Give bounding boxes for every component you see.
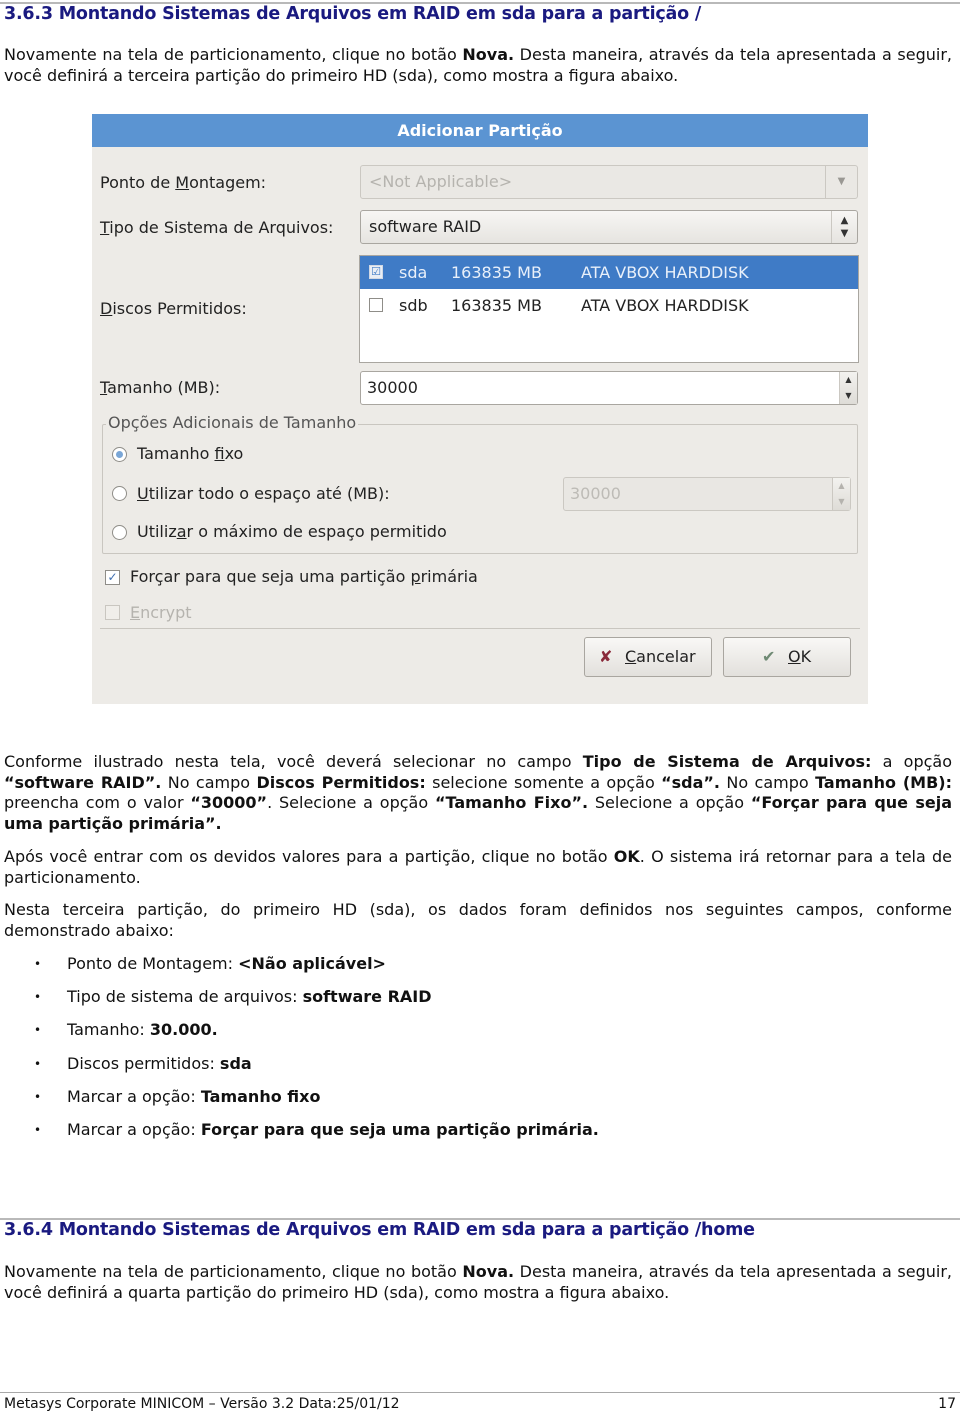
section-intro-paragraph: Novamente na tela de particionamento, cl… [4,1262,952,1302]
fill-max-label: Utilizar o máximo de espaço permitido [137,522,447,541]
summary-intro-paragraph: Nesta terceira partição, do primeiro HD … [4,900,952,940]
fill-up-to-spinbox[interactable]: 30000 ▲ ▼ [563,477,851,511]
section-intro-paragraph: Novamente na tela de particionamento, cl… [4,45,952,85]
radio-fixed-size[interactable] [112,447,127,462]
nova-button-reference: Nova. [462,45,515,64]
dialog-separator [100,628,860,629]
size-label: Tamanho (MB): [100,378,221,397]
disk-row-sda[interactable]: ☑ sda 163835 MB ATA VBOX HARDDISK [360,256,858,289]
spin-up-icon: ▲ [845,375,852,384]
ok-check-icon: ✔ [762,647,776,666]
disk-checkbox-sda[interactable]: ☑ [369,265,383,279]
updown-arrows-icon: ▲ ▼ [831,211,857,243]
mount-point-combobox[interactable]: <Not Applicable> ▼ [360,165,858,199]
encrypt-checkbox[interactable] [105,605,120,620]
list-item: • Discos permitidos: sda [34,1054,252,1073]
radio-fill-max[interactable] [112,525,127,540]
filesystem-type-select[interactable]: software RAID ▲ ▼ [360,210,858,244]
spin-down-icon: ▼ [845,391,852,400]
fixed-size-label: Tamanho fixo [137,444,244,463]
size-options-legend: Opções Adicionais de Tamanho [106,413,359,432]
fill-up-to-label: Utilizar todo o espaço até (MB): [137,484,390,503]
allowed-disks-label: Discos Permitidos: [100,299,247,318]
size-spinbox[interactable]: 30000 ▲ ▼ [360,371,858,405]
list-item: • Tipo de sistema de arquivos: software R… [34,987,432,1006]
page-number: 17 [938,1396,956,1412]
list-item: • Marcar a opção: Tamanho fixo [34,1087,321,1106]
spin-up-icon: ▲ [838,481,845,490]
dialog-title: Adicionar Partição [92,114,868,147]
force-primary-label: Forçar para que seja uma partição primár… [130,567,478,586]
list-item: • Marcar a opção: Forçar para que seja um… [34,1120,599,1139]
mount-point-label: Ponto de Montagem: [100,173,267,192]
cancel-button[interactable]: ✘ Cancelar [584,637,712,677]
filesystem-type-label: Tipo de Sistema de Arquivos: [100,218,334,237]
disk-row-sdb[interactable]: sdb 163835 MB ATA VBOX HARDDISK [360,289,858,322]
allowed-disks-list: ☑ sda 163835 MB ATA VBOX HARDDISK sdb 16… [359,255,859,363]
instructions-paragraph: Conforme ilustrado nesta tela, você deve… [4,752,953,833]
after-ok-paragraph: Após você entrar com os devidos valores … [4,847,952,887]
force-primary-checkbox[interactable]: ✓ [105,570,120,585]
add-partition-dialog: Adicionar Partição Ponto de Montagem: <N… [92,114,868,704]
list-item: • Tamanho: 30.000. [34,1020,218,1039]
spin-down-icon: ▼ [838,497,845,506]
chevron-down-icon: ▼ [825,166,857,198]
spin-buttons-disabled: ▲ ▼ [832,478,850,510]
section-heading-3-6-4: 3.6.4 Montando Sistemas de Arquivos em R… [4,1220,755,1240]
footer-divider [0,1392,960,1393]
cancel-x-icon: ✘ [599,647,613,666]
footer-text: Metasys Corporate MINICOM – Versão 3.2 D… [4,1396,400,1412]
spin-buttons[interactable]: ▲ ▼ [839,372,857,404]
ok-button[interactable]: ✔ OK [723,637,851,677]
section-heading-3-6-3: 3.6.3 Montando Sistemas de Arquivos em R… [4,4,702,24]
encrypt-label: Encrypt [130,603,192,622]
list-item: • Ponto de Montagem: <Não aplicável> [34,954,386,973]
disk-checkbox-sdb[interactable] [369,298,383,312]
radio-fill-up-to[interactable] [112,486,127,501]
